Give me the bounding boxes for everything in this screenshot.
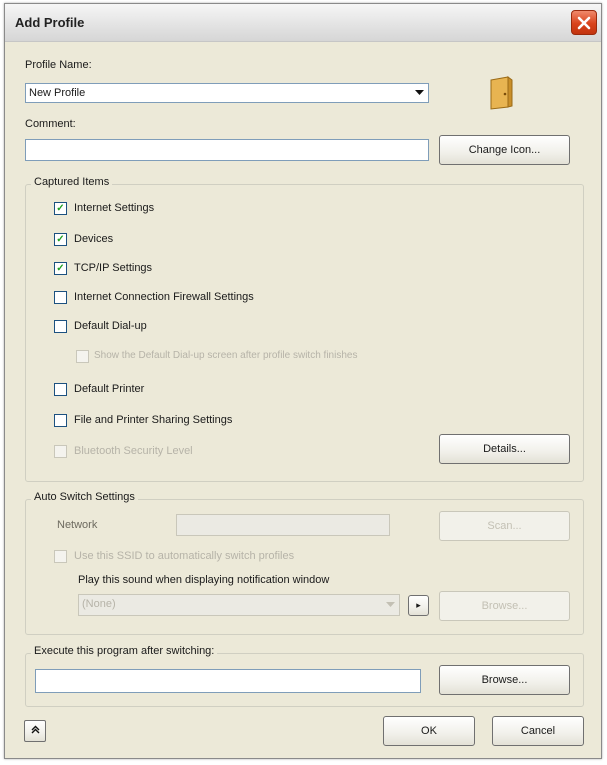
network-input[interactable]	[176, 514, 390, 536]
auto-switch-title: Auto Switch Settings	[31, 491, 138, 503]
cancel-button[interactable]: Cancel	[492, 716, 584, 746]
bluetooth-security-label: Bluetooth Security Level	[74, 445, 193, 457]
dialog-title: Add Profile	[15, 15, 85, 30]
execute-program-title: Execute this program after switching:	[31, 645, 218, 657]
execute-program-input[interactable]	[35, 669, 421, 693]
use-ssid-label: Use this SSID to automatically switch pr…	[74, 550, 295, 562]
tcpip-settings-checkbox[interactable]: ✓	[54, 262, 67, 275]
double-chevron-up-icon	[31, 725, 40, 737]
internet-settings-label: Internet Settings	[74, 202, 155, 214]
collapse-button[interactable]	[24, 720, 46, 742]
chevron-down-icon[interactable]	[411, 85, 427, 101]
devices-checkbox[interactable]: ✓	[54, 233, 67, 246]
internet-settings-checkbox[interactable]: ✓	[54, 202, 67, 215]
use-ssid-checkbox[interactable]	[54, 550, 67, 563]
sound-label: Play this sound when displaying notifica…	[78, 574, 330, 586]
play-icon: ▸	[416, 600, 421, 610]
default-dialup-checkbox[interactable]	[54, 320, 67, 333]
network-label: Network	[57, 519, 98, 531]
file-printer-sharing-label: File and Printer Sharing Settings	[74, 414, 233, 426]
title-bar: Add Profile	[5, 4, 601, 42]
bluetooth-security-checkbox[interactable]	[54, 445, 67, 458]
default-printer-checkbox[interactable]	[54, 383, 67, 396]
sound-browse-button[interactable]: Browse...	[439, 591, 570, 621]
show-dialup-checkbox[interactable]	[76, 350, 89, 363]
ok-button[interactable]: OK	[383, 716, 475, 746]
comment-input[interactable]	[25, 139, 429, 161]
details-button[interactable]: Details...	[439, 434, 570, 464]
firewall-settings-checkbox[interactable]	[54, 291, 67, 304]
comment-label: Comment:	[25, 118, 76, 130]
profile-name-value: New Profile	[29, 87, 86, 99]
execute-browse-button[interactable]: Browse...	[439, 665, 570, 695]
file-printer-sharing-checkbox[interactable]	[54, 414, 67, 427]
add-profile-dialog: Add Profile Profile Name: New Profile Co…	[4, 3, 602, 759]
close-button[interactable]	[571, 10, 597, 35]
show-dialup-label: Show the Default Dial-up screen after pr…	[94, 350, 358, 361]
sound-value: (None)	[82, 598, 116, 610]
firewall-settings-label: Internet Connection Firewall Settings	[74, 291, 254, 303]
chevron-down-icon[interactable]	[382, 596, 398, 614]
close-icon	[577, 16, 591, 29]
tcpip-settings-label: TCP/IP Settings	[74, 262, 153, 274]
sound-combobox[interactable]: (None)	[78, 594, 400, 616]
profile-name-combobox[interactable]: New Profile	[25, 83, 429, 103]
captured-items-title: Captured Items	[31, 176, 113, 188]
default-dialup-label: Default Dial-up	[74, 320, 147, 332]
profile-name-label: Profile Name:	[25, 59, 92, 71]
scan-button[interactable]: Scan...	[439, 511, 570, 541]
default-printer-label: Default Printer	[74, 383, 145, 395]
change-icon-button[interactable]: Change Icon...	[439, 135, 570, 165]
folder-door-icon	[488, 76, 516, 110]
play-sound-button[interactable]: ▸	[408, 595, 429, 616]
devices-label: Devices	[74, 233, 114, 245]
